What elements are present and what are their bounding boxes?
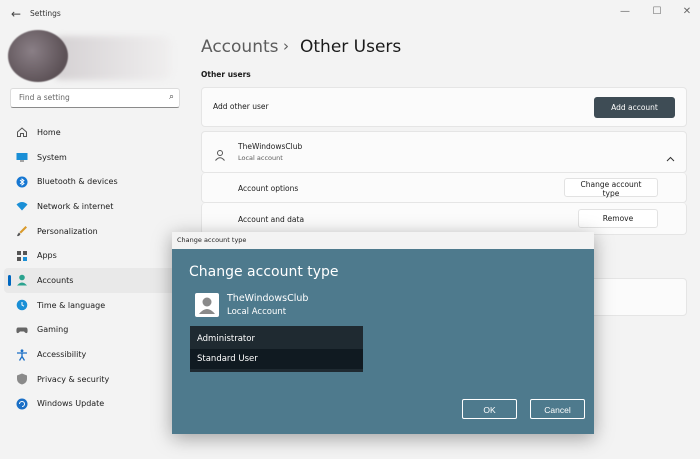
person-icon: [215, 146, 225, 165]
breadcrumb-accounts[interactable]: Accounts: [201, 37, 279, 57]
dialog-window-title: Change account type: [177, 236, 247, 244]
account-type-listbox[interactable]: Administrator Standard User: [190, 326, 363, 372]
sidebar-item-bluetooth[interactable]: Bluetooth & devices: [4, 169, 180, 194]
search-box[interactable]: ⌕: [10, 88, 180, 108]
dialog-title-bar: Change account type: [172, 232, 594, 249]
paintbrush-icon: [16, 225, 28, 237]
change-account-type-dialog: Change account type Change account type …: [172, 232, 594, 434]
option-administrator[interactable]: Administrator: [190, 329, 363, 349]
search-icon[interactable]: ⌕: [169, 92, 174, 102]
apps-grid-icon: [16, 250, 28, 262]
maximize-icon[interactable]: ☐: [650, 6, 664, 17]
cancel-button[interactable]: Cancel: [530, 399, 585, 419]
profile-info-blurred: [52, 36, 172, 80]
remove-button[interactable]: Remove: [578, 209, 658, 228]
wifi-icon: [16, 200, 28, 212]
avatar[interactable]: [8, 30, 68, 82]
update-icon: [16, 398, 28, 410]
globe-clock-icon: [16, 299, 28, 311]
user-avatar-icon: [195, 293, 219, 317]
sidebar-item-gaming[interactable]: Gaming: [4, 318, 180, 343]
window-title: Settings: [30, 9, 61, 18]
game-controller-icon: [16, 324, 28, 336]
home-icon: [16, 126, 28, 138]
user-account-type: Local account: [238, 154, 283, 162]
sidebar-item-accessibility[interactable]: Accessibility: [4, 342, 180, 367]
monitor-icon: [16, 151, 28, 163]
breadcrumb-separator-icon: ›: [283, 37, 289, 55]
sidebar-item-network[interactable]: Network & internet: [4, 194, 180, 219]
sidebar-item-time-language[interactable]: Time & language: [4, 293, 180, 318]
search-input[interactable]: [17, 92, 161, 103]
add-account-button[interactable]: Add account: [594, 97, 675, 118]
sidebar-item-accounts[interactable]: Accounts: [4, 268, 180, 293]
user-expander-header[interactable]: TheWindowsClub Local account: [201, 131, 687, 173]
sidebar-item-home[interactable]: Home: [4, 120, 180, 145]
person-icon: [16, 274, 28, 286]
bluetooth-icon: [16, 176, 28, 188]
sidebar-item-windows-update[interactable]: Windows Update: [4, 392, 180, 417]
sidebar-item-personalization[interactable]: Personalization: [4, 219, 180, 244]
sidebar-item-system[interactable]: System: [4, 145, 180, 170]
active-indicator: [8, 275, 11, 287]
option-standard-user[interactable]: Standard User: [190, 349, 363, 369]
dialog-user-account-type: Local Account: [227, 307, 287, 317]
sidebar-item-apps[interactable]: Apps: [4, 243, 180, 268]
sidebar-nav: Home System Bluetooth & devices Network …: [4, 120, 180, 416]
account-options-label: Account options: [238, 184, 299, 193]
accessibility-icon: [16, 348, 28, 361]
section-title-other-users: Other users: [201, 70, 251, 79]
change-account-type-button[interactable]: Change account type: [564, 178, 658, 198]
add-other-user-card: Add other user Add account: [201, 87, 687, 127]
account-and-data-label: Account and data: [238, 215, 305, 224]
shield-icon: [16, 373, 28, 385]
add-other-user-label: Add other user: [213, 102, 269, 111]
back-arrow-icon[interactable]: ←: [8, 6, 24, 22]
user-name: TheWindowsClub: [238, 142, 303, 151]
dialog-user-name: TheWindowsClub: [227, 293, 309, 304]
title-bar: ← Settings — ☐ ✕: [0, 0, 700, 30]
account-and-data-row: Account and data Remove: [201, 203, 687, 235]
account-options-row: Account options Change account type: [201, 173, 687, 203]
page-title: Other Users: [300, 37, 402, 57]
ok-button[interactable]: OK: [462, 399, 517, 419]
chevron-up-icon[interactable]: [666, 147, 675, 166]
close-icon[interactable]: ✕: [680, 6, 694, 17]
minimize-icon[interactable]: —: [618, 6, 632, 17]
sidebar-item-privacy-security[interactable]: Privacy & security: [4, 367, 180, 392]
dialog-heading: Change account type: [189, 264, 339, 280]
